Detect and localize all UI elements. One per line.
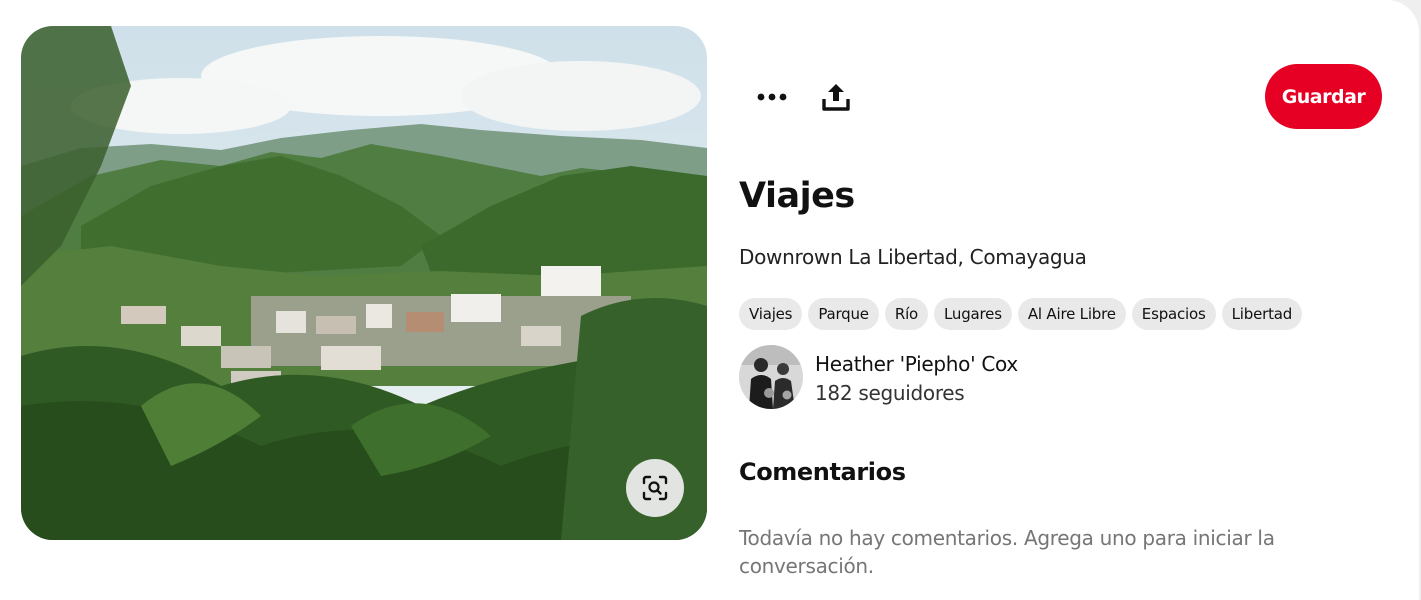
landscape-photo	[21, 26, 707, 540]
pin-title: Viajes	[739, 176, 855, 216]
visual-search-button[interactable]	[626, 459, 684, 517]
tag-list: Viajes Parque Río Lugares Al Aire Libre …	[739, 298, 1303, 330]
tag-chip[interactable]: Espacios	[1131, 298, 1216, 330]
more-options-button[interactable]	[740, 64, 804, 130]
visual-search-icon	[642, 475, 668, 501]
more-horizontal-icon	[757, 93, 787, 101]
tag-chip[interactable]: Viajes	[739, 298, 803, 330]
avatar[interactable]	[739, 345, 803, 409]
pin-image[interactable]	[21, 26, 707, 540]
avatar-photo	[739, 345, 803, 409]
tag-chip[interactable]: Lugares	[934, 298, 1012, 330]
pin-description: Downrown La Libertad, Comayagua	[739, 245, 1087, 269]
share-upload-icon	[822, 84, 850, 111]
comments-heading: Comentarios	[739, 458, 906, 486]
tag-chip[interactable]: Libertad	[1221, 298, 1303, 330]
tag-chip[interactable]: Parque	[808, 298, 879, 330]
follower-count: 182 seguidores	[815, 381, 965, 405]
comments-empty-message: Todavía no hay comentarios. Agrega uno p…	[739, 526, 1275, 578]
share-button[interactable]	[804, 64, 868, 130]
pin-toolbar: Guardar	[740, 64, 1382, 130]
tag-chip[interactable]: Río	[884, 298, 929, 330]
tag-chip[interactable]: Al Aire Libre	[1017, 298, 1126, 330]
creator-name[interactable]: Heather 'Piepho' Cox	[815, 352, 1018, 376]
pin-card: Guardar Viajes Downrown La Libertad, Com…	[0, 0, 1419, 600]
save-button[interactable]: Guardar	[1265, 64, 1382, 129]
